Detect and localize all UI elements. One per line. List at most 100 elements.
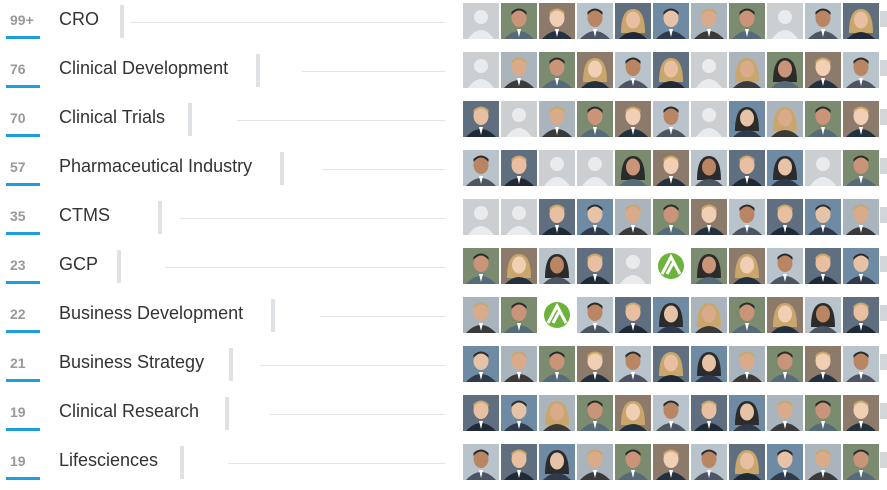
endorser-avatar[interactable] [843,52,879,88]
endorser-avatar[interactable] [729,199,765,235]
endorser-avatar[interactable] [501,150,537,186]
endorser-avatar[interactable] [843,101,879,137]
endorsement-count[interactable]: 19 [10,453,44,469]
person-placeholder-icon[interactable] [539,150,575,186]
more-endorsers-arrow-icon[interactable] [880,256,887,272]
skill-name[interactable]: Pharmaceutical Industry [59,156,252,177]
endorser-avatar[interactable] [463,150,499,186]
skill-name[interactable]: CTMS [59,205,110,226]
skill-row[interactable]: 76 Clinical Development [0,49,887,98]
person-placeholder-icon[interactable] [805,150,841,186]
endorser-avatar[interactable] [539,444,575,480]
endorser-avatar[interactable] [577,199,613,235]
endorsement-count[interactable]: 57 [10,159,44,175]
endorser-avatar[interactable] [653,346,689,382]
endorser-avatar[interactable] [653,101,689,137]
endorser-avatar[interactable] [805,248,841,284]
endorser-avatar[interactable] [691,199,727,235]
endorsement-count[interactable]: 70 [10,110,44,126]
more-endorsers-arrow-icon[interactable] [880,60,887,76]
endorser-avatar[interactable] [577,3,613,39]
endorser-avatar[interactable] [691,150,727,186]
endorser-avatar[interactable] [463,297,499,333]
endorser-avatar[interactable] [615,297,651,333]
endorser-avatar[interactable] [501,3,537,39]
endorser-avatar[interactable] [767,52,803,88]
endorser-avatar[interactable] [691,395,727,431]
endorser-avatar[interactable] [653,444,689,480]
endorser-avatar[interactable] [615,444,651,480]
endorser-avatar[interactable] [767,248,803,284]
endorsement-count[interactable]: 35 [10,208,44,224]
skill-row[interactable]: 19 Lifesciences [0,441,887,490]
endorser-avatar[interactable] [501,346,537,382]
endorser-avatar[interactable] [691,346,727,382]
skill-row[interactable]: 57 Pharmaceutical Industry [0,147,887,196]
skill-row[interactable]: 99+ CRO [0,0,887,49]
more-endorsers-arrow-icon[interactable] [880,354,887,370]
endorser-avatar[interactable] [843,444,879,480]
endorser-avatar[interactable] [767,150,803,186]
endorser-avatar[interactable] [463,395,499,431]
endorser-avatar[interactable] [805,346,841,382]
endorser-avatar[interactable] [805,199,841,235]
endorser-avatar[interactable] [805,3,841,39]
more-endorsers-arrow-icon[interactable] [880,158,887,174]
endorser-avatar[interactable] [577,101,613,137]
person-placeholder-icon[interactable] [463,3,499,39]
endorser-avatar[interactable] [843,346,879,382]
person-placeholder-icon[interactable] [577,150,613,186]
skill-row[interactable]: 35 CTMS [0,196,887,245]
endorser-avatar[interactable] [539,101,575,137]
skill-row[interactable]: 23 GCP [0,245,887,294]
endorser-avatar[interactable] [539,346,575,382]
endorser-avatar[interactable] [577,52,613,88]
endorser-avatar[interactable] [805,52,841,88]
endorser-avatar[interactable] [615,395,651,431]
endorser-avatar[interactable] [767,346,803,382]
endorser-avatar[interactable] [615,52,651,88]
skill-row[interactable]: 22 Business Development [0,294,887,343]
skill-row[interactable]: 21 Business Strategy [0,343,887,392]
more-endorsers-arrow-icon[interactable] [880,109,887,125]
skill-name[interactable]: Lifesciences [59,450,158,471]
more-endorsers-arrow-icon[interactable] [880,11,887,27]
endorser-avatar[interactable] [539,248,575,284]
endorser-avatar[interactable] [767,101,803,137]
endorsement-count[interactable]: 19 [10,404,44,420]
endorser-avatar[interactable] [463,248,499,284]
endorser-avatar[interactable] [767,199,803,235]
skill-name[interactable]: Business Strategy [59,352,204,373]
more-endorsers-arrow-icon[interactable] [880,207,887,223]
skill-name[interactable]: Clinical Research [59,401,199,422]
endorser-avatar[interactable] [653,297,689,333]
endorser-avatar[interactable] [843,199,879,235]
endorser-avatar[interactable] [463,346,499,382]
endorser-avatar[interactable] [653,3,689,39]
endorser-avatar[interactable] [729,297,765,333]
endorser-avatar[interactable] [729,52,765,88]
endorser-avatar[interactable] [539,395,575,431]
endorser-avatar[interactable] [501,297,537,333]
endorsement-count[interactable]: 23 [10,257,44,273]
endorser-avatar[interactable] [805,297,841,333]
skill-row[interactable]: 19 Clinical Research [0,392,887,441]
endorser-avatar[interactable] [615,199,651,235]
endorser-avatar[interactable] [463,444,499,480]
more-endorsers-arrow-icon[interactable] [880,305,887,321]
endorser-avatar[interactable] [501,395,537,431]
person-placeholder-icon[interactable] [501,101,537,137]
endorsement-count[interactable]: 22 [10,306,44,322]
endorser-avatar[interactable] [729,101,765,137]
endorser-avatar[interactable] [843,3,879,39]
skill-name[interactable]: Clinical Trials [59,107,165,128]
endorser-avatar[interactable] [843,150,879,186]
endorser-avatar[interactable] [729,3,765,39]
endorser-avatar[interactable] [615,346,651,382]
skill-name[interactable]: GCP [59,254,98,275]
endorser-avatar[interactable] [843,395,879,431]
endorser-avatar[interactable] [501,52,537,88]
endorser-avatar[interactable] [805,101,841,137]
endorser-avatar[interactable] [501,444,537,480]
person-placeholder-icon[interactable] [691,52,727,88]
